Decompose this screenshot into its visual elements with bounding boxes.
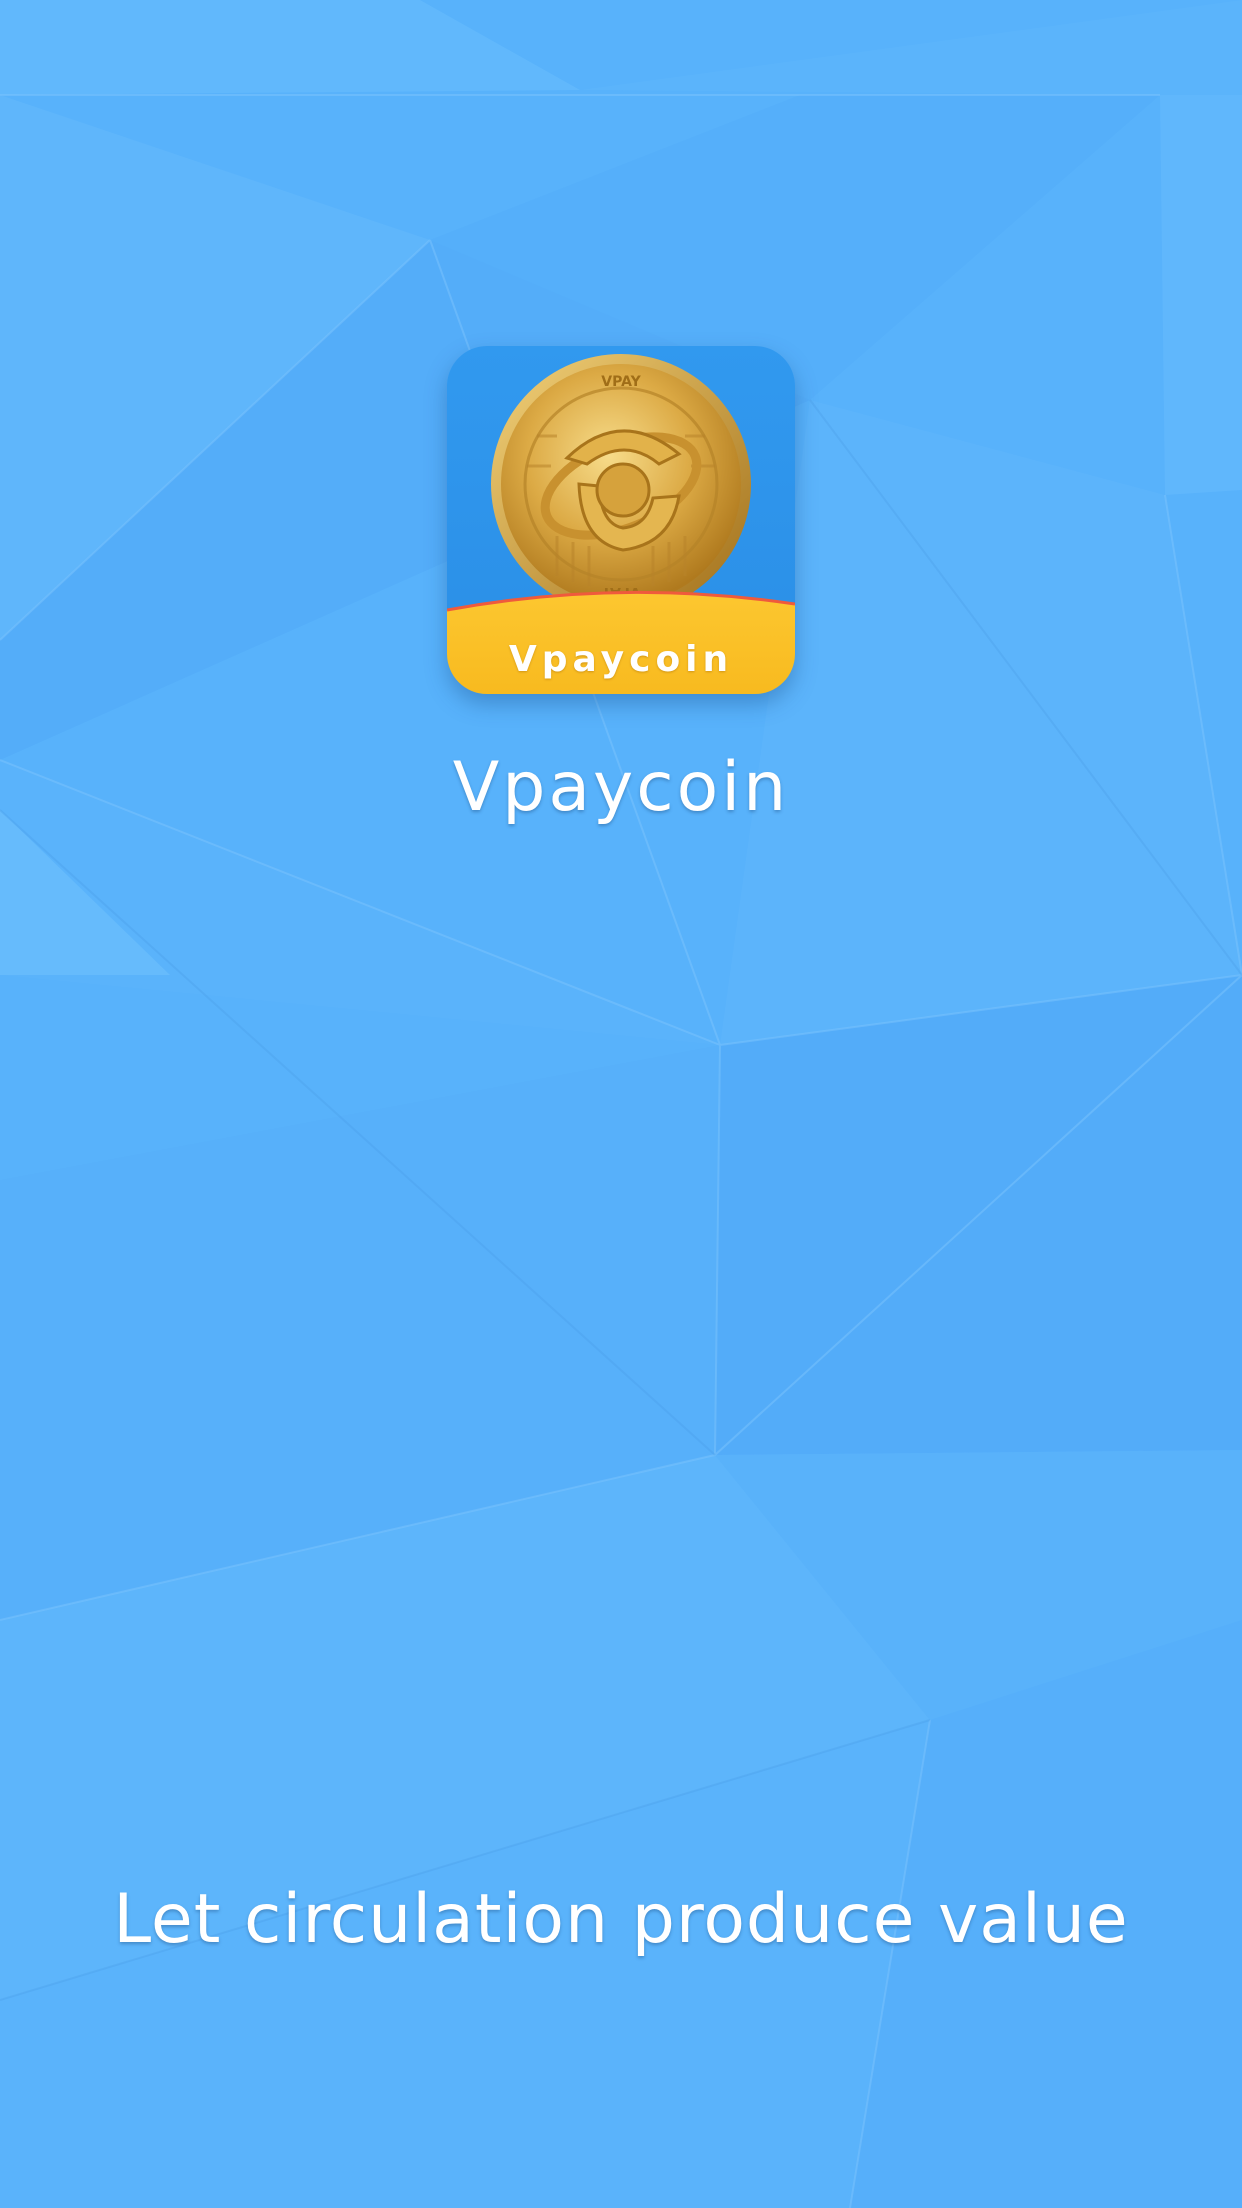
- app-name: Vpaycoin: [452, 748, 790, 827]
- app-icon: VPAY VPAY Vpaycoin: [447, 346, 795, 694]
- slogan-text: Let circulation produce value: [113, 1880, 1129, 1959]
- app-icon-label: Vpaycoin: [508, 639, 734, 680]
- polygon-background: [0, 0, 1242, 2208]
- coin-top-text: VPAY: [601, 374, 641, 390]
- splash-screen: VPAY VPAY Vpaycoin Vpaycoin Let circulat…: [0, 0, 1242, 2208]
